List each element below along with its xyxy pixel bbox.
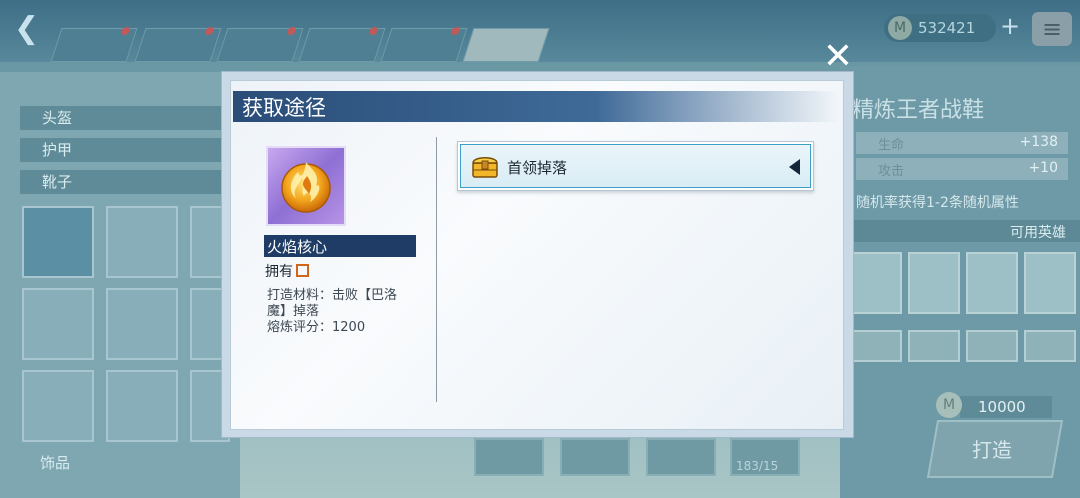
slot-accessory[interactable]: 饰品 [40, 452, 70, 473]
hero-portrait[interactable] [850, 330, 902, 362]
coin-icon: M [888, 16, 912, 40]
equipment-cell[interactable] [22, 206, 94, 278]
tab-4[interactable] [298, 27, 386, 62]
equipment-cell[interactable] [22, 370, 94, 442]
equipment-cell[interactable] [106, 288, 178, 360]
currency-value: 532421 [918, 19, 976, 37]
hero-portrait[interactable] [908, 252, 960, 314]
stat-note: 随机率获得1-2条随机属性 [856, 195, 1019, 211]
notification-dot [286, 27, 297, 35]
stat-row: 生命 +138 [856, 132, 1068, 154]
dialog-title: 获取途径 [242, 96, 326, 120]
slot-label: 饰品 [40, 454, 71, 472]
material-tile[interactable] [646, 438, 716, 476]
hero-portrait[interactable] [966, 330, 1018, 362]
equipment-cell[interactable] [22, 288, 94, 360]
stat-value: +10 [1028, 160, 1058, 176]
treasure-chest-icon [472, 157, 498, 178]
item-description: 打造材料：击败【巴洛 魔】掉落 熔炼评分：1200 [267, 288, 427, 336]
stat-value: +138 [1019, 134, 1058, 150]
slot-helmet[interactable]: 头盔 [20, 106, 230, 130]
source-label: 首领掉落 [507, 159, 568, 177]
tab-2[interactable] [134, 27, 222, 62]
owned-row: 拥有 [265, 261, 309, 281]
tab-armor[interactable] [462, 28, 550, 62]
material-tile[interactable] [474, 438, 544, 476]
notification-dot [120, 27, 131, 35]
tab-1[interactable] [50, 27, 138, 62]
add-currency-icon[interactable]: + [1000, 12, 1020, 40]
material-tile[interactable] [560, 438, 630, 476]
notification-dot [368, 27, 379, 35]
slot-label: 靴子 [42, 173, 73, 191]
tab-5[interactable] [380, 27, 468, 62]
notification-dot [450, 27, 461, 35]
dialog-divider [436, 137, 437, 402]
equipment-cell[interactable] [106, 370, 178, 442]
heroes-label: 可用英雄 [1010, 225, 1066, 241]
equipment-cell[interactable] [106, 206, 178, 278]
heroes-header: 可用英雄 [846, 220, 1080, 242]
owned-count-box [296, 264, 309, 277]
stat-name: 生命 [878, 138, 905, 153]
menu-icon[interactable]: ≡ [1032, 12, 1072, 46]
slot-armor[interactable]: 护甲 [20, 138, 230, 162]
smelt-score: 熔炼评分：1200 [267, 320, 366, 335]
slot-boots[interactable]: 靴子 [20, 170, 230, 194]
notification-dot [204, 27, 215, 35]
close-icon[interactable]: ✕ [822, 39, 854, 75]
hero-portrait[interactable] [966, 252, 1018, 314]
slot-label: 头盔 [42, 109, 73, 127]
material-count: 183/15 [736, 459, 779, 473]
description-line: 打造材料：击败【巴洛 [267, 288, 398, 303]
owned-label: 拥有 [265, 264, 293, 280]
description-line: 魔】掉落 [267, 304, 320, 319]
forge-cost: 10000 [978, 398, 1026, 416]
hero-portrait[interactable] [908, 330, 960, 362]
flame-core-icon [281, 162, 331, 213]
forge-button-label: 打造 [972, 438, 1012, 462]
hero-portrait[interactable] [1024, 330, 1076, 362]
slot-label: 护甲 [42, 141, 73, 159]
arrow-left-icon[interactable] [789, 159, 800, 175]
coin-icon: M [936, 392, 962, 418]
equipment-title: 精炼王者战鞋 [852, 98, 985, 123]
back-icon[interactable]: ❮ [14, 14, 44, 44]
item-name: 火焰核心 [267, 238, 328, 256]
tab-3[interactable] [216, 27, 304, 62]
stat-row: 攻击 +10 [856, 158, 1068, 180]
hero-portrait[interactable] [1024, 252, 1076, 314]
stat-name: 攻击 [878, 164, 905, 179]
hero-portrait[interactable] [850, 252, 902, 314]
